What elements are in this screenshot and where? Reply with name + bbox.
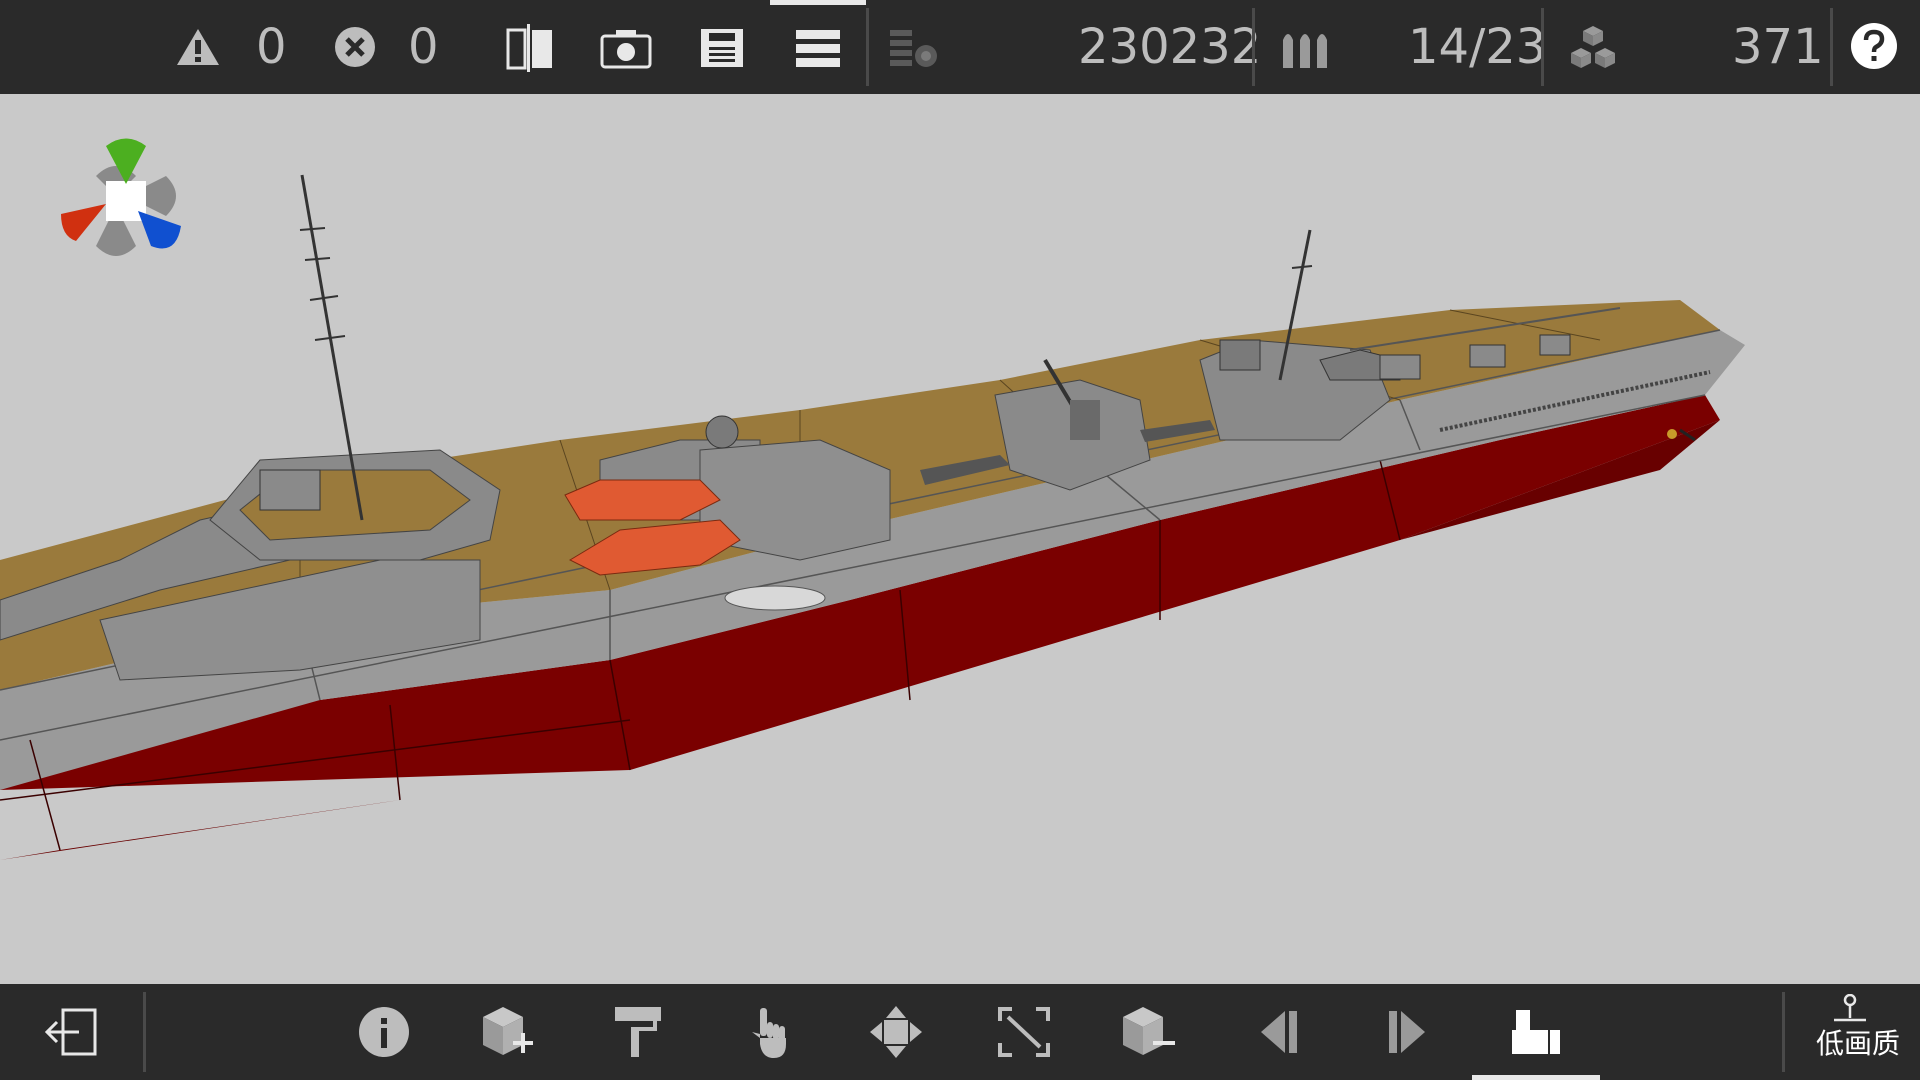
- quality-label: 低画质: [1815, 1027, 1900, 1060]
- bottom-separator: [1782, 992, 1785, 1072]
- screenshot-button[interactable]: [596, 20, 656, 76]
- layers-icon: [890, 30, 937, 67]
- active-tool-indicator: [1472, 1075, 1600, 1080]
- paint-roller-icon: [615, 1007, 661, 1057]
- menu-button[interactable]: [788, 20, 848, 76]
- paint-button[interactable]: [608, 1002, 668, 1062]
- exit-icon: [44, 1008, 97, 1056]
- ammo-icon: [1283, 34, 1327, 68]
- ammo-value: 14/23: [1408, 19, 1547, 75]
- bottom-separator: [143, 992, 146, 1072]
- remove-block-button[interactable]: [1118, 1002, 1182, 1062]
- weapon-mount-button[interactable]: [1506, 1002, 1566, 1062]
- info-button[interactable]: [354, 1002, 414, 1062]
- points-value: 230232: [1078, 19, 1262, 75]
- next-button[interactable]: [1378, 1002, 1434, 1062]
- scale-button[interactable]: [994, 1002, 1054, 1062]
- parts-icon: [1571, 26, 1615, 68]
- help-button[interactable]: [1846, 18, 1902, 74]
- split-view-button[interactable]: [500, 20, 560, 76]
- save-button[interactable]: [692, 20, 752, 76]
- active-tab-indicator: [770, 0, 866, 5]
- menu-icon: [796, 30, 840, 67]
- bottom-toolbar: 低画质: [0, 984, 1920, 1080]
- ship-model[interactable]: [0, 94, 1920, 984]
- orientation-gizmo[interactable]: [56, 136, 196, 266]
- weapon-mount-icon: [1512, 1010, 1560, 1054]
- exit-button[interactable]: [40, 1002, 102, 1062]
- error-icon: [335, 27, 375, 67]
- errors-count: 0: [408, 19, 439, 75]
- help-icon: [1851, 23, 1897, 69]
- warnings-count: 0: [256, 19, 287, 75]
- 3d-viewport[interactable]: [0, 94, 1920, 984]
- top-separator: [866, 8, 869, 86]
- camera-icon: [600, 30, 652, 69]
- scale-icon: [998, 1007, 1050, 1057]
- previous-icon: [1261, 1011, 1297, 1053]
- warning-icon: [177, 29, 219, 65]
- top-separator: [1830, 8, 1833, 86]
- split-view-icon: [506, 24, 552, 72]
- warning-indicator[interactable]: [170, 20, 226, 74]
- add-block-icon: [483, 1007, 533, 1055]
- previous-button[interactable]: [1252, 1002, 1308, 1062]
- remove-block-icon: [1123, 1007, 1175, 1055]
- error-indicator[interactable]: [328, 20, 382, 74]
- top-toolbar: 0 0 230232 14/23 371: [0, 0, 1920, 94]
- move-icon: [870, 1006, 922, 1058]
- layers-button[interactable]: [884, 20, 944, 76]
- top-separator: [1252, 8, 1255, 86]
- add-block-button[interactable]: [478, 1002, 542, 1062]
- save-icon: [701, 29, 743, 67]
- hand-select-icon: [752, 1008, 786, 1058]
- move-button[interactable]: [866, 1002, 926, 1062]
- top-separator: [1541, 8, 1544, 86]
- select-button[interactable]: [740, 1002, 800, 1062]
- info-icon: [359, 1007, 409, 1057]
- next-icon: [1389, 1011, 1425, 1053]
- ammo-indicator[interactable]: [1276, 20, 1334, 76]
- parts-value: 371: [1732, 19, 1824, 75]
- parts-indicator[interactable]: [1564, 20, 1622, 76]
